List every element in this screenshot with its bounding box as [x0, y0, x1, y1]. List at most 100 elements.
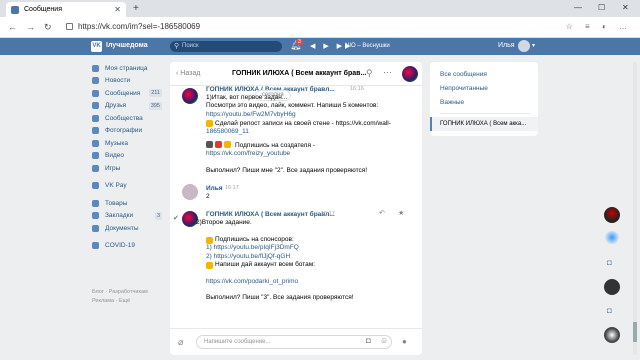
- chevron-down-icon[interactable]: ▾: [532, 42, 535, 49]
- sidebar-item-friends[interactable]: Друзья 395: [92, 100, 164, 113]
- camera-icon[interactable]: ◘: [366, 336, 371, 345]
- message-line: Подпишись на спонсоров:: [215, 236, 294, 243]
- search-icon: ⚲: [174, 43, 180, 50]
- message-link[interactable]: 2) https://youtu.be/flJjQf-qGH: [206, 253, 290, 260]
- sidebar-label: Товары: [105, 199, 128, 207]
- sidebar-item-my-page[interactable]: Моя страница: [92, 62, 164, 75]
- vk-favicon-icon: [11, 5, 19, 14]
- chat-title[interactable]: ГОПНИК ИЛЮХА ( Всем аккаунт брав...: [232, 70, 366, 77]
- games-icon: [92, 164, 99, 172]
- tab-unread[interactable]: Непрочитанные: [440, 85, 488, 92]
- sidebar-label: VK Pay: [105, 182, 127, 190]
- friend-avatar[interactable]: [604, 327, 620, 343]
- sidebar-item-messages[interactable]: Сообщения 211: [92, 87, 164, 100]
- friends-count: 395: [148, 101, 162, 110]
- sidebar-item-goods[interactable]: Товары: [92, 197, 164, 210]
- sidebar-label: Документы: [105, 224, 139, 232]
- camera-icon[interactable]: ◘: [607, 258, 612, 267]
- chat-avatar[interactable]: [402, 66, 418, 82]
- sidebar-item-covid[interactable]: COVID-19: [92, 240, 164, 253]
- maximize-icon[interactable]: ☐: [598, 3, 605, 12]
- url-field[interactable]: https://vk.com/im?sel=-186580069: [78, 22, 200, 31]
- scrollbar-thumb[interactable]: [633, 322, 637, 342]
- sidebar-label: Сообщества: [105, 114, 143, 122]
- message-sender[interactable]: ГОПНИК ИЛЮХА ( Всем аккаунт бравл...: [206, 211, 335, 218]
- footer-link[interactable]: Блог: [92, 289, 104, 295]
- chat-header: ‹ Назад ГОПНИК ИЛЮХА ( Всем аккаунт брав…: [170, 62, 422, 86]
- sidebar-label: Новости: [105, 77, 131, 85]
- reload-icon[interactable]: ↻: [44, 22, 52, 33]
- sidebar-label: Фотографии: [105, 127, 143, 135]
- browser-tabbar: Сообщения ✕ + — ☐ ✕: [0, 0, 640, 17]
- friend-avatar[interactable]: [604, 231, 620, 247]
- message-input[interactable]: Напишите сообщение...: [196, 335, 392, 349]
- back-button[interactable]: ‹ Назад: [176, 70, 200, 77]
- star-icon[interactable]: ★: [398, 209, 404, 217]
- message-text: 2: [206, 193, 210, 200]
- camera-icon[interactable]: ◘: [607, 306, 612, 315]
- footer-link[interactable]: Ещё: [119, 298, 130, 304]
- left-sidebar: Моя страница Новости Сообщения 211 Друзья…: [92, 62, 164, 252]
- message-link[interactable]: 1) https://youtu.be/pIqIFj3DmFQ: [206, 244, 299, 251]
- music-icon: [92, 139, 99, 147]
- reply-icon[interactable]: ↶: [379, 209, 385, 217]
- message-link[interactable]: https://vk.com/podarki_ot_primo: [206, 278, 298, 285]
- message-link[interactable]: https://vk.com/freizy_youtube: [206, 150, 290, 157]
- message-line: 1)Итак, вот первое задан...: [206, 94, 288, 101]
- minimize-icon[interactable]: —: [574, 3, 582, 12]
- active-conversation[interactable]: ГОПНИК ИЛЮХА ( Всем акка...: [430, 117, 538, 131]
- sender-avatar[interactable]: [182, 88, 198, 104]
- browser-tools[interactable]: ☆ ≡ ◐ …: [566, 22, 632, 31]
- sidebar-item-communities[interactable]: Сообщества: [92, 112, 164, 125]
- back-label: Назад: [180, 70, 201, 77]
- address-bar: ← → ↻ https://vk.com/im?sel=-186580069 ☆…: [0, 17, 640, 38]
- microphone-icon[interactable]: ●: [402, 337, 407, 346]
- message-time: 16:17: [321, 211, 335, 217]
- chat-panel: ‹ Назад ГОПНИК ИЛЮХА ( Всем аккаунт брав…: [170, 62, 422, 355]
- sidebar-item-video[interactable]: Видео: [92, 150, 164, 163]
- message-link[interactable]: https://youtu.be/Fw2M7vbyH6g: [206, 111, 296, 118]
- friend-avatar[interactable]: [604, 207, 620, 223]
- vk-logo-icon[interactable]: VK: [91, 41, 102, 52]
- scrollbar[interactable]: [633, 62, 637, 355]
- emoji-icon: [224, 141, 231, 148]
- footer-link[interactable]: Реклама: [92, 298, 114, 304]
- message-sender[interactable]: Илья: [206, 185, 223, 192]
- sidebar-item-photos[interactable]: Фотографии: [92, 125, 164, 138]
- sidebar-item-vkpay[interactable]: VK Pay: [92, 180, 164, 193]
- close-tab-icon[interactable]: ✕: [114, 5, 121, 14]
- emoji-icon: [215, 141, 222, 148]
- vk-brand[interactable]: Ілучшедома: [106, 42, 148, 49]
- sidebar-label: Музыка: [105, 139, 128, 147]
- smile-icon[interactable]: ☺: [380, 336, 388, 345]
- close-window-icon[interactable]: ✕: [622, 3, 629, 12]
- selected-check-icon[interactable]: ✔: [173, 214, 179, 222]
- message-time: 16:17: [225, 185, 239, 191]
- search-input[interactable]: ⚲ Поиск: [170, 41, 282, 52]
- sidebar-label: Друзья: [105, 102, 127, 110]
- friend-avatar[interactable]: [604, 279, 620, 295]
- user-avatar[interactable]: [182, 184, 198, 200]
- new-tab-icon[interactable]: +: [133, 3, 139, 14]
- user-avatar[interactable]: [518, 40, 530, 52]
- friends-icon: [92, 102, 99, 110]
- browser-tab[interactable]: Сообщения ✕: [6, 2, 126, 17]
- sidebar-item-music[interactable]: Музыка: [92, 137, 164, 150]
- tab-important[interactable]: Важные: [440, 99, 464, 106]
- footer-link[interactable]: Разработчикам: [109, 289, 148, 295]
- track-title[interactable]: NIO – Веснушки: [345, 43, 390, 49]
- back-icon[interactable]: ←: [8, 22, 17, 32]
- video-icon: [92, 152, 99, 160]
- message-line: Сделай репост записи на своей стене - ht…: [215, 120, 391, 127]
- paperclip-icon[interactable]: ⌀: [178, 337, 183, 348]
- search-icon[interactable]: ⚲: [366, 68, 373, 79]
- forward-icon[interactable]: →: [26, 22, 35, 32]
- tab-all-messages[interactable]: Все сообщения: [440, 71, 487, 78]
- more-icon[interactable]: ⋯: [383, 67, 392, 78]
- sidebar-item-bookmarks[interactable]: Закладки 3: [92, 210, 164, 223]
- sidebar-item-games[interactable]: Игры: [92, 162, 164, 175]
- user-name[interactable]: Илья: [498, 42, 515, 49]
- sidebar-item-news[interactable]: Новости: [92, 75, 164, 88]
- message-link[interactable]: 186580069_11: [206, 128, 249, 135]
- sidebar-item-documents[interactable]: Документы: [92, 222, 164, 235]
